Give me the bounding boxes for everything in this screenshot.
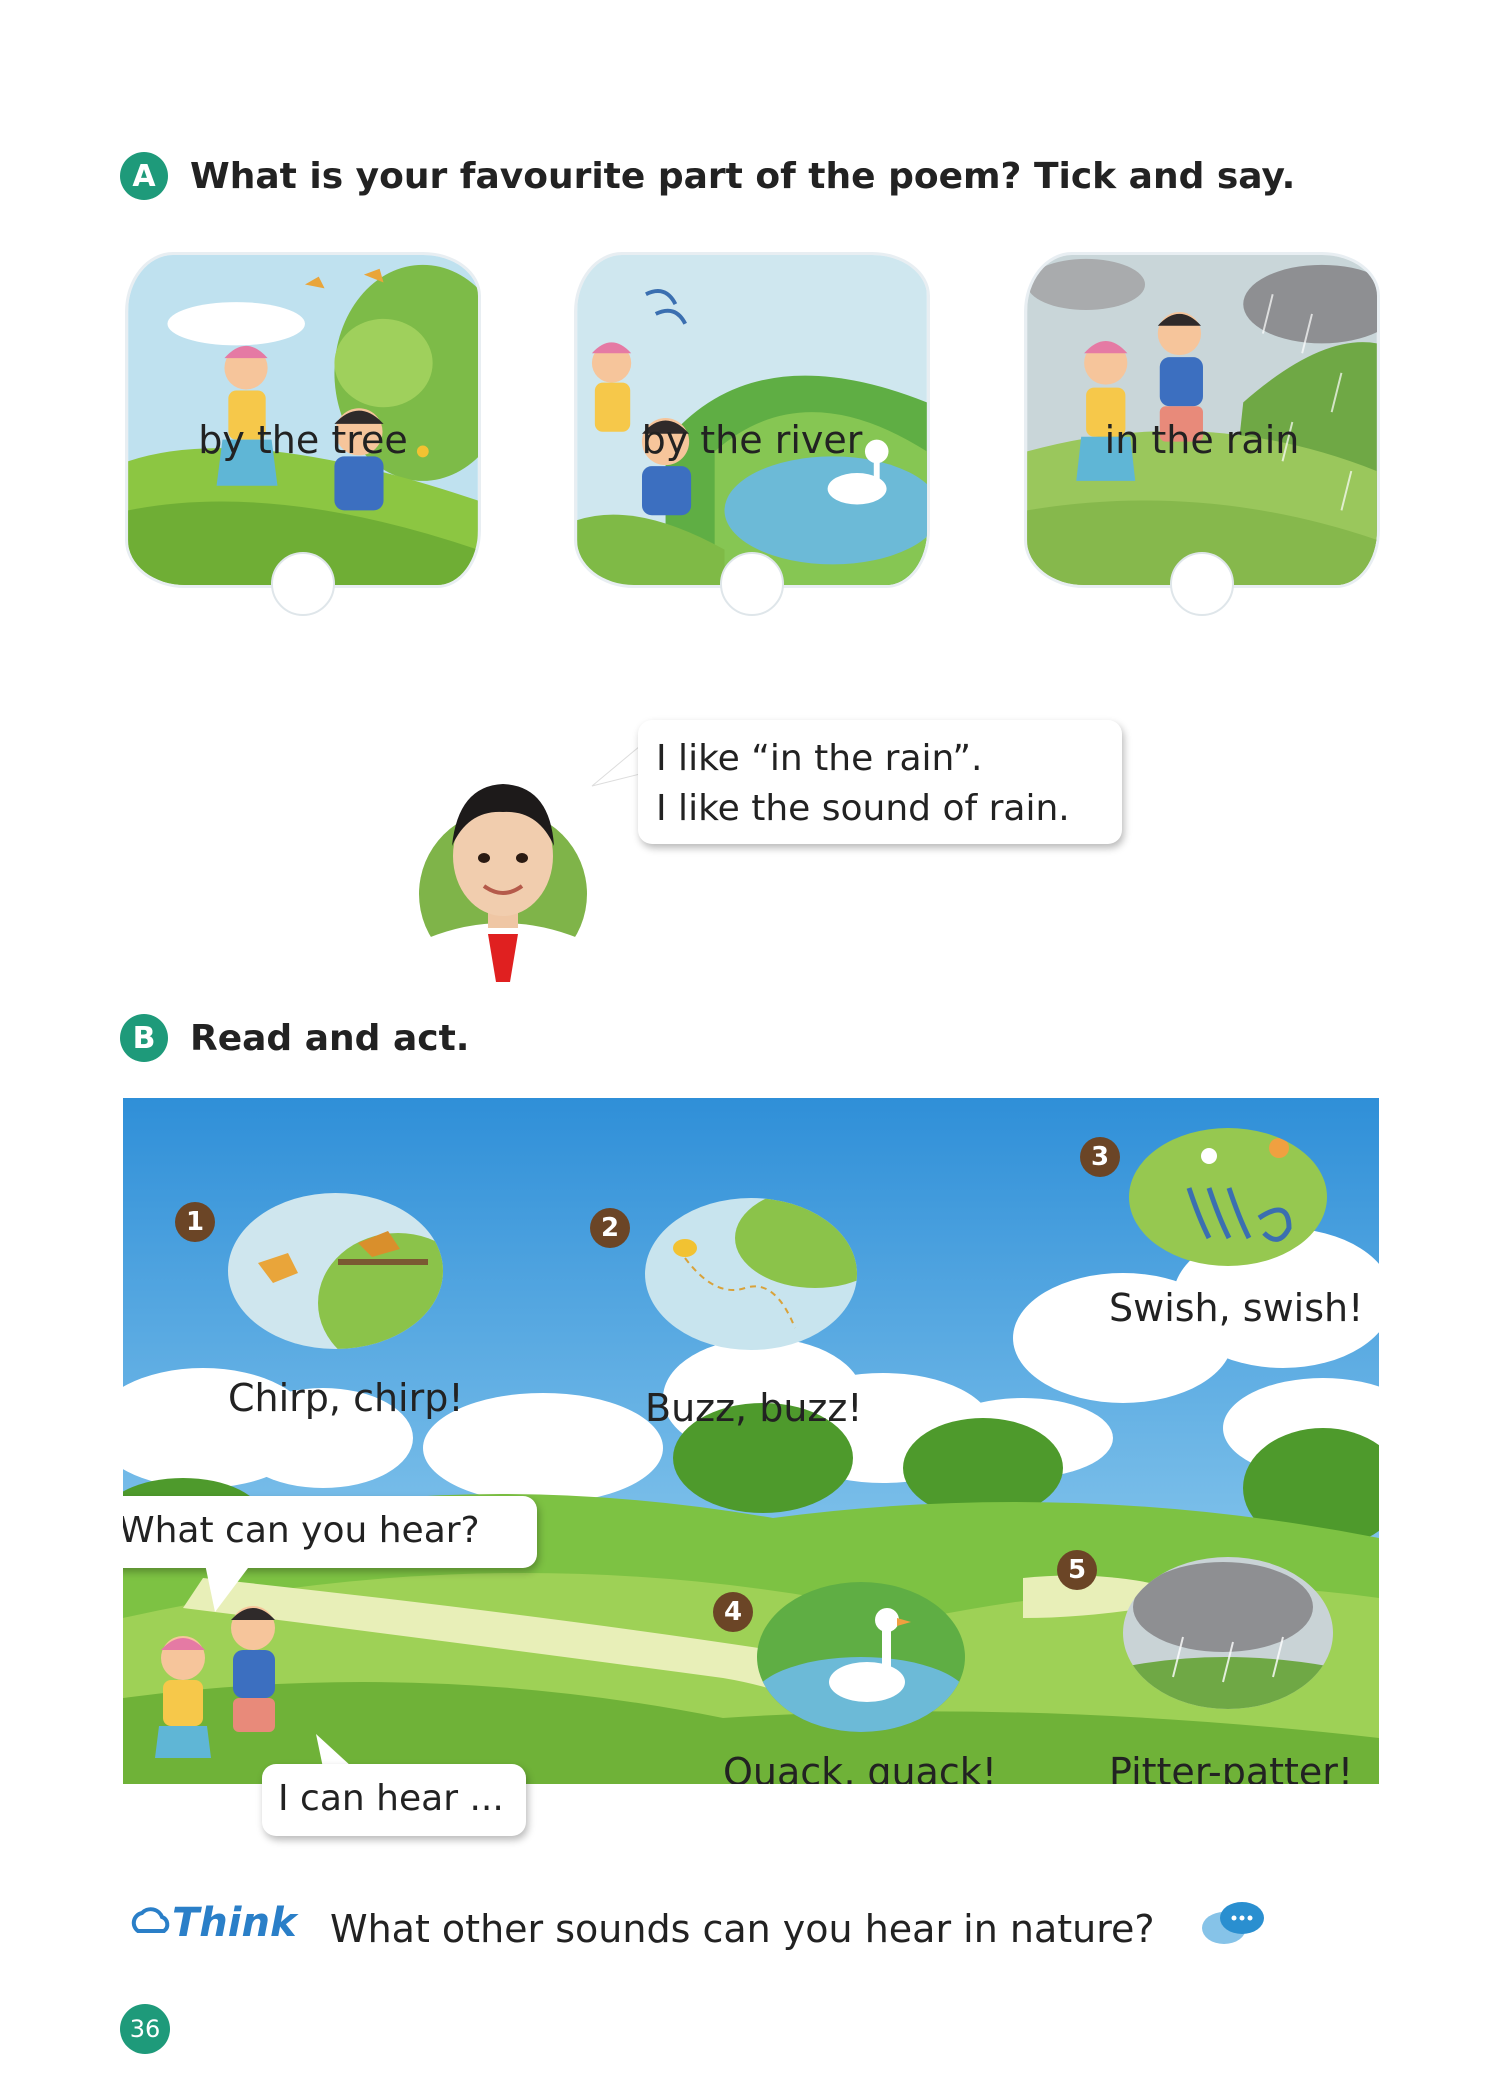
number-badge-1: 1 (175, 1202, 215, 1242)
tick-circle-tree[interactable] (271, 552, 335, 616)
caption-by-the-tree: by the tree (198, 418, 408, 462)
speech-line-2: I like the sound of rain. (656, 788, 1070, 830)
number-badge-3: 3 (1080, 1137, 1120, 1177)
duck-image (757, 1582, 965, 1732)
answer-text: I can hear ... (278, 1778, 504, 1819)
tick-circle-rain[interactable] (1170, 552, 1234, 616)
page-number: 36 (120, 2004, 170, 2054)
tick-circle-river[interactable] (720, 552, 784, 616)
caption-by-the-river: by the river (641, 418, 863, 462)
think-logo: Think (172, 1900, 297, 1946)
thought-cloud-icon (131, 1907, 170, 1933)
section-a-badge: A (120, 152, 168, 200)
number-badge-5: 5 (1057, 1550, 1097, 1590)
caption-in-the-rain: in the rain (1104, 418, 1300, 462)
answer-bubble: I can hear ... (262, 1764, 526, 1836)
sound-label-4: Quack, quack! (723, 1750, 997, 1784)
section-b-header: B Read and act. (120, 1014, 469, 1062)
boy-speech-bubble: I like “in the rain”. I like the sound o… (638, 720, 1122, 844)
sound-label-3: Swish, swish! (1109, 1286, 1364, 1330)
section-b-badge: B (120, 1014, 168, 1062)
section-a-title: What is your favourite part of the poem?… (190, 155, 1296, 197)
nature-scene: 1 Chirp, chirp! 2 Buzz, buzz! 3 Swish, s… (123, 1098, 1379, 1784)
think-question: What other sounds can you hear in nature… (330, 1907, 1155, 1951)
question-bubble: What can you hear? (123, 1496, 537, 1568)
rain-image (1123, 1557, 1333, 1709)
section-b-title: Read and act. (190, 1017, 470, 1059)
number-badge-2: 2 (590, 1208, 630, 1248)
section-a-header: A What is your favourite part of the poe… (120, 152, 1295, 200)
bee-image (645, 1198, 857, 1350)
wind-image (1129, 1128, 1327, 1266)
sound-label-1: Chirp, chirp! (228, 1376, 464, 1420)
question-bubble-tail (205, 1564, 251, 1612)
question-text: What can you hear? (123, 1510, 480, 1551)
sound-label-5: Pitter-patter! (1109, 1750, 1354, 1784)
chat-bubble-icon (1202, 1902, 1264, 1944)
sound-label-2: Buzz, buzz! (645, 1386, 863, 1430)
number-badge-4: 4 (713, 1592, 753, 1632)
bird-image (228, 1193, 443, 1349)
think-section: Think (128, 1900, 297, 1946)
speech-line-1: I like “in the rain”. (656, 738, 983, 779)
boy-avatar (418, 758, 588, 982)
speech-bubble-tail (591, 745, 640, 787)
